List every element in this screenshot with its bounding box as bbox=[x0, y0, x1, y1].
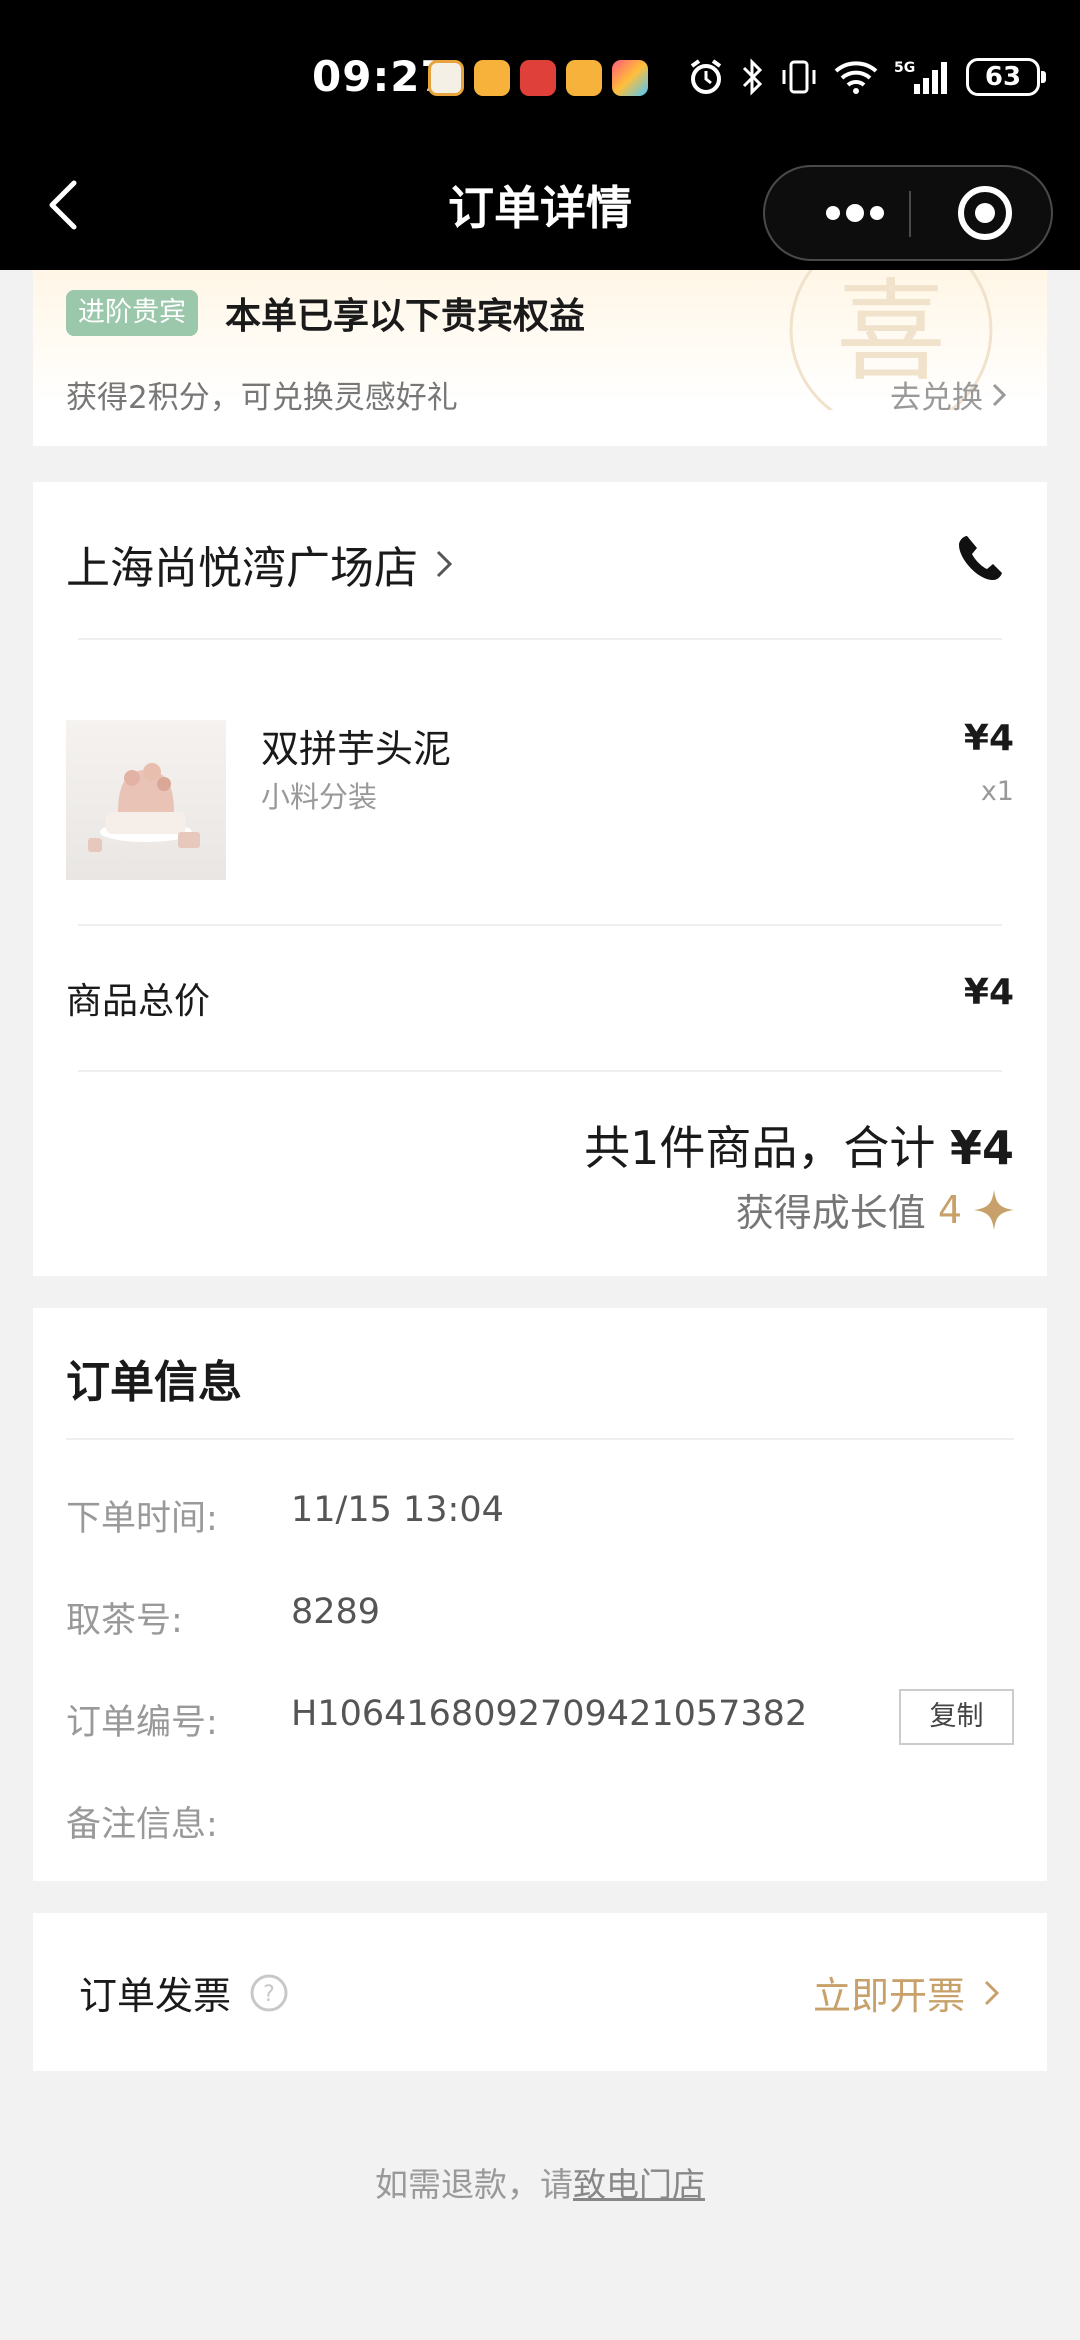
product-qty: x1 bbox=[980, 776, 1014, 807]
vip-title: 本单已享以下贵宾权益 bbox=[225, 296, 586, 337]
invoice-label-row: 订单发票 ? bbox=[79, 1965, 289, 2020]
status-right: 5G 63 bbox=[688, 58, 1046, 96]
app-notification-icon bbox=[428, 60, 464, 96]
redeem-label: 去兑换 bbox=[890, 380, 983, 416]
growth-value-row: 获得成长值 4 bbox=[736, 1182, 1014, 1237]
total-amount: ¥4 bbox=[949, 1121, 1014, 1175]
invoice-card: 订单发票 ? 立即开票 bbox=[33, 1913, 1047, 2071]
copy-button[interactable]: 复制 bbox=[899, 1689, 1014, 1745]
chevron-right-icon bbox=[984, 1980, 1000, 2005]
vip-benefits-card: 喜 进阶贵宾 本单已享以下贵宾权益 获得2积分，可兑换灵感好礼 去兑换 bbox=[33, 270, 1047, 446]
vibrate-icon bbox=[782, 60, 816, 94]
order-info-card: 订单信息 下单时间: 11/15 13:04 取茶号: 8289 订单编号: H… bbox=[33, 1308, 1047, 1881]
order-info-title: 订单信息 bbox=[66, 1357, 242, 1408]
bluetooth-icon bbox=[742, 58, 763, 96]
mini-program-capsule bbox=[763, 165, 1053, 261]
status-app-icons bbox=[428, 60, 648, 96]
weibo-icon bbox=[474, 60, 510, 96]
subtotal-label: 商品总价 bbox=[66, 981, 211, 1022]
total-text: 共1件商品，合计 bbox=[584, 1121, 936, 1175]
vip-points-text: 获得2积分，可兑换灵感好礼 bbox=[66, 380, 458, 416]
growth-value: 4 bbox=[937, 1187, 962, 1232]
phone-icon[interactable] bbox=[953, 532, 1005, 584]
divider bbox=[66, 1438, 1014, 1440]
redeem-link[interactable]: 去兑换 bbox=[890, 372, 1007, 417]
growth-label: 获得成长值 bbox=[735, 1191, 926, 1235]
vip-level-badge: 进阶贵宾 bbox=[66, 290, 198, 336]
pickup-number-label: 取茶号: bbox=[66, 1601, 183, 1641]
weibo-icon bbox=[566, 60, 602, 96]
store-name: 上海尚悦湾广场店 bbox=[66, 543, 418, 594]
divider bbox=[78, 638, 1002, 640]
pickup-number-value: 8289 bbox=[291, 1592, 381, 1632]
issue-invoice-label: 立即开票 bbox=[812, 1974, 965, 2018]
order-time-label: 下单时间: bbox=[66, 1499, 218, 1539]
order-number-value: H1064168092709421057382 bbox=[291, 1694, 808, 1734]
invoice-label: 订单发票 bbox=[79, 1974, 232, 2018]
issue-invoice-button[interactable]: 立即开票 bbox=[813, 1965, 1001, 2020]
refund-note: 如需退款，请致电门店 bbox=[0, 2158, 1080, 2206]
product-price: ¥4 bbox=[963, 718, 1014, 759]
remark-label: 备注信息: bbox=[66, 1805, 218, 1845]
app-gradient-icon bbox=[612, 60, 648, 96]
wifi-icon bbox=[834, 61, 878, 94]
chevron-right-icon bbox=[436, 550, 453, 578]
sparkle-icon bbox=[974, 1189, 1014, 1230]
divider bbox=[78, 1070, 1002, 1072]
store-order-card: 上海尚悦湾广场店 双拼芋头泥 小料分装 ¥4 x1 商品总价 ¥4 共1件商品，… bbox=[33, 482, 1047, 1276]
product-photo-graphic bbox=[88, 763, 200, 852]
order-total: 共1件商品，合计 ¥4 bbox=[584, 1112, 1014, 1178]
product-image[interactable] bbox=[66, 720, 226, 880]
svg-text:5G: 5G bbox=[894, 60, 915, 76]
subtotal-value: ¥4 bbox=[963, 972, 1014, 1013]
weibo-red-icon bbox=[520, 60, 556, 96]
top-bar: 09:27 5G 63 订单详情 bbox=[0, 0, 1080, 270]
more-dots-icon[interactable] bbox=[805, 167, 905, 259]
close-target-icon[interactable] bbox=[955, 183, 1015, 243]
battery-indicator: 63 bbox=[966, 58, 1046, 96]
signal-5g-icon: 5G bbox=[894, 60, 947, 94]
help-icon[interactable]: ? bbox=[249, 1973, 289, 2013]
svg-text:?: ? bbox=[263, 1982, 275, 2007]
store-name-link[interactable]: 上海尚悦湾广场店 bbox=[66, 532, 454, 596]
refund-note-prefix: 如需退款，请 bbox=[375, 2165, 573, 2204]
product-name: 双拼芋头泥 bbox=[261, 727, 452, 771]
capsule-separator bbox=[909, 191, 911, 237]
alarm-icon bbox=[690, 59, 722, 94]
product-spec: 小料分装 bbox=[261, 780, 378, 814]
divider bbox=[78, 924, 1002, 926]
order-number-label: 订单编号: bbox=[66, 1703, 218, 1743]
chevron-right-icon bbox=[992, 383, 1007, 406]
call-store-link[interactable]: 致电门店 bbox=[573, 2165, 705, 2204]
order-time-value: 11/15 13:04 bbox=[291, 1490, 504, 1530]
